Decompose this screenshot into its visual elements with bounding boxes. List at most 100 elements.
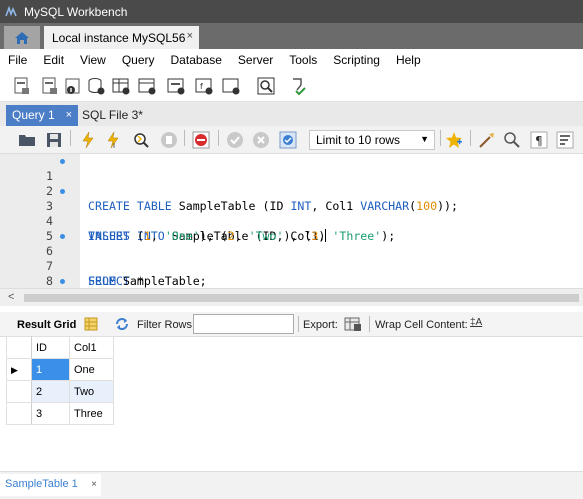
toolbar-divider bbox=[470, 130, 471, 146]
svg-text:¶: ¶ bbox=[535, 134, 543, 148]
limit-rows-value: Limit to 10 rows bbox=[316, 133, 401, 147]
code-line-8: 8 bbox=[0, 259, 583, 288]
menu-server[interactable]: Server bbox=[230, 53, 281, 67]
menu-database[interactable]: Database bbox=[163, 53, 230, 67]
editor-horizontal-scrollbar[interactable]: < bbox=[0, 288, 583, 306]
table-cell[interactable]: Three bbox=[69, 402, 114, 425]
connection-tab-label: Local instance MySQL56 bbox=[52, 30, 186, 45]
tab-sampletable-1[interactable]: SampleTable 1 × bbox=[0, 474, 101, 496]
explain-icon[interactable] bbox=[132, 131, 150, 149]
result-grid-label[interactable]: Result Grid bbox=[17, 319, 76, 331]
window-title: MySQL Workbench bbox=[24, 4, 128, 19]
home-tab[interactable] bbox=[4, 26, 40, 49]
close-icon[interactable]: × bbox=[187, 30, 193, 42]
table-cell[interactable]: Two bbox=[69, 380, 114, 403]
statement-marker bbox=[60, 279, 65, 284]
commit-icon[interactable] bbox=[226, 131, 244, 149]
connection-tab-local-instance[interactable]: Local instance MySQL56 × bbox=[44, 26, 199, 49]
menu-view[interactable]: View bbox=[72, 53, 114, 67]
connection-tab-bar: Local instance MySQL56 × bbox=[0, 23, 583, 49]
row-selector[interactable] bbox=[6, 402, 32, 425]
column-header-col1[interactable]: Col1 bbox=[69, 336, 114, 359]
row-selector[interactable] bbox=[6, 380, 32, 403]
limit-rows-select[interactable]: Limit to 10 rows ▼ bbox=[309, 130, 435, 150]
add-snippet-icon[interactable] bbox=[445, 131, 463, 149]
stop-icon[interactable] bbox=[160, 131, 178, 149]
close-icon[interactable]: × bbox=[91, 479, 97, 490]
toolbar-divider bbox=[184, 130, 185, 146]
wrap-cell-content-label: Wrap Cell Content: bbox=[375, 319, 468, 331]
toolbar-divider bbox=[369, 316, 370, 332]
editor-tab-bar: Query 1 × SQL File 3* bbox=[0, 102, 583, 126]
table-cell[interactable]: 1 bbox=[31, 358, 70, 381]
main-toolbar: f bbox=[0, 71, 583, 102]
table-row[interactable]: 2 Two bbox=[6, 380, 114, 403]
table-row[interactable]: 3 Three bbox=[6, 402, 114, 425]
create-table-icon[interactable] bbox=[111, 76, 131, 96]
svg-text:I: I bbox=[113, 142, 115, 149]
inspect-icon[interactable] bbox=[256, 76, 276, 96]
scrollbar-thumb[interactable] bbox=[24, 294, 579, 302]
open-sql-script-icon[interactable] bbox=[40, 76, 60, 96]
row-selector[interactable]: ▶ bbox=[6, 358, 32, 381]
word-wrap-icon[interactable] bbox=[556, 131, 574, 149]
result-table: ID Col1 ▶ 1 One 2 Two 3 Three bbox=[6, 336, 114, 425]
beautify-icon[interactable] bbox=[478, 131, 496, 149]
tab-label: Query 1 bbox=[12, 108, 55, 122]
filter-rows-input[interactable] bbox=[193, 314, 294, 334]
code-line-2: 2 bbox=[0, 169, 583, 198]
table-header-row: ID Col1 bbox=[6, 336, 114, 359]
save-icon[interactable] bbox=[45, 131, 63, 149]
toolbar-divider bbox=[218, 130, 219, 146]
create-view-icon[interactable] bbox=[137, 76, 157, 96]
statement-marker bbox=[60, 159, 65, 164]
export-icon[interactable] bbox=[344, 316, 362, 332]
rollback-icon[interactable] bbox=[252, 131, 270, 149]
menu-scripting[interactable]: Scripting bbox=[325, 53, 388, 67]
grid-view-icon[interactable] bbox=[84, 317, 98, 331]
toolbar-divider bbox=[298, 316, 299, 332]
menu-query[interactable]: Query bbox=[114, 53, 163, 67]
new-sql-tab-icon[interactable] bbox=[12, 76, 32, 96]
code-line-3: 3 INSERT INTO SampleTable (ID, Col1) bbox=[0, 184, 583, 243]
result-grid: ID Col1 ▶ 1 One 2 Two 3 Three bbox=[6, 336, 114, 425]
execute-current-icon[interactable]: I bbox=[104, 131, 122, 149]
column-header-id[interactable]: ID bbox=[31, 336, 70, 359]
invisible-chars-icon[interactable]: ¶ bbox=[530, 131, 548, 149]
menu-help[interactable]: Help bbox=[388, 53, 429, 67]
wrap-cell-content-icon[interactable]: ‡A bbox=[470, 317, 485, 331]
code-line-4: 4 VALUES (1, 'One'), (2, 'Two'), (3, 'Th… bbox=[0, 199, 583, 243]
autocommit-icon[interactable] bbox=[279, 131, 297, 149]
create-procedure-icon[interactable] bbox=[166, 76, 186, 96]
sql-editor[interactable]: 1 CREATE TABLE SampleTable (ID INT, Col1… bbox=[0, 154, 583, 288]
code-line-9: 9 DROP TABLE SampleTable; bbox=[0, 274, 583, 288]
tab-label: SampleTable 1 bbox=[5, 478, 78, 490]
create-schema-icon[interactable] bbox=[86, 76, 106, 96]
find-icon[interactable] bbox=[503, 131, 521, 149]
results-toolbar: Result Grid Filter Rows: Export: Wrap Ce… bbox=[0, 312, 583, 337]
execute-icon[interactable] bbox=[79, 131, 97, 149]
open-folder-icon[interactable] bbox=[18, 131, 36, 149]
scroll-left-icon[interactable]: < bbox=[8, 291, 14, 303]
toolbar-divider bbox=[70, 130, 71, 146]
create-function-icon[interactable]: f bbox=[194, 76, 214, 96]
chevron-down-icon: ▼ bbox=[420, 134, 429, 144]
info-icon[interactable] bbox=[63, 76, 83, 96]
refresh-icon[interactable] bbox=[114, 317, 130, 331]
menu-file[interactable]: File bbox=[0, 53, 35, 67]
toggle-stop-on-error-icon[interactable] bbox=[192, 131, 210, 149]
table-cell[interactable]: 2 bbox=[31, 380, 70, 403]
menu-edit[interactable]: Edit bbox=[35, 53, 72, 67]
export-label: Export: bbox=[303, 319, 338, 331]
menu-tools[interactable]: Tools bbox=[281, 53, 325, 67]
tab-sql-file-3[interactable]: SQL File 3* bbox=[82, 108, 143, 122]
search-table-data-icon[interactable] bbox=[221, 76, 241, 96]
toolbar-divider bbox=[440, 130, 441, 146]
table-row[interactable]: ▶ 1 One bbox=[6, 358, 114, 381]
reconnect-icon[interactable] bbox=[289, 76, 309, 96]
tab-query-1[interactable]: Query 1 × bbox=[6, 105, 78, 126]
close-icon[interactable]: × bbox=[66, 109, 72, 121]
table-cell[interactable]: 3 bbox=[31, 402, 70, 425]
table-cell[interactable]: One bbox=[69, 358, 114, 381]
mysql-workbench-icon bbox=[5, 5, 17, 16]
